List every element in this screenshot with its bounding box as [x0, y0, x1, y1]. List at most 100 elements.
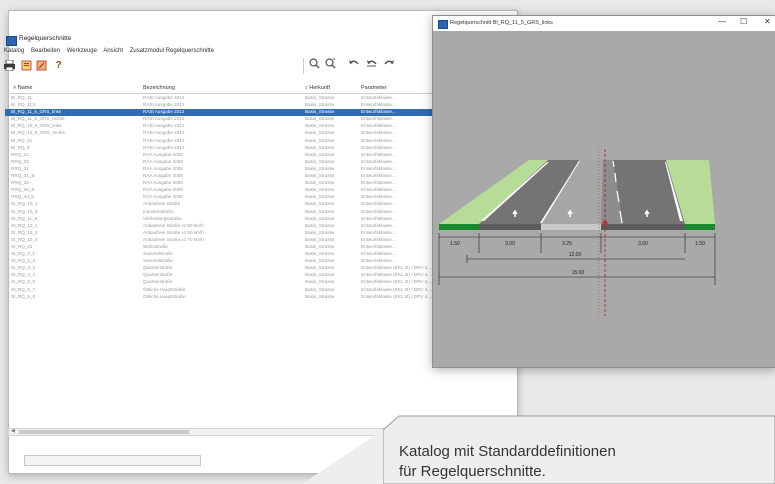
table-row[interactable]: St_RQ_11_6 Verbindungsstraße Basis_Strasse…: [5, 216, 435, 223]
table-row[interactable]: St_RQ_5_7 Örtliche Hauptstraße Basis_Stras…: [5, 287, 435, 294]
table-cell: RAA Ausgabe 2008: [143, 151, 183, 157]
table-cell: RASt Ausgabe 2012: [143, 116, 185, 122]
help-icon[interactable]: ?: [53, 60, 64, 71]
table-cell: Entwurfsklasse...: [361, 258, 396, 264]
zoom-in-icon[interactable]: [309, 58, 320, 69]
table-row[interactable]: St_RQ_10_1 Anbaufreie Straße Basis_Strasse…: [5, 201, 435, 208]
table-row[interactable]: St_RQ_5_8 Örtliche Hauptstraße Basis_Stras…: [5, 294, 435, 301]
table-row[interactable]: RRQ_36_B RAA Ausgabe 2008 Basis_Strasse Ent…: [5, 187, 435, 194]
dim-right-verge: 1.50: [695, 241, 705, 247]
table-row[interactable]: Bl_RQ_11_5_GRS_rechts RASt Ausgabe 2012 Ba…: [5, 116, 435, 123]
close-button[interactable]: ✕: [764, 17, 771, 26]
table-row[interactable]: RRQ_21 RAA Ausgabe 2008 Basis_Strasse Entwu…: [5, 152, 435, 159]
table-row[interactable]: St_RQ_4_2 Quartierstraße Basis_Strasse Entw…: [5, 265, 435, 272]
table-cell: RASt Ausgabe 2012: [143, 137, 185, 143]
horizontal-scrollbar[interactable]: ◀: [8, 428, 435, 436]
table-row[interactable]: St_RQ_4_4 Quartierstraße Basis_Strasse Entw…: [5, 272, 435, 279]
table-cell: Anbaufreie Straße vz 50 km/h: [143, 229, 204, 235]
print-icon[interactable]: [4, 59, 15, 72]
catalog-table: ˄ Name Bezeichnung ↕ Herkunft Parameter …: [5, 84, 435, 431]
table-cell: Entwurfsklasse...: [361, 151, 396, 157]
table-row[interactable]: St_RQ_6_5 Quartierstraße Basis_Strasse Entw…: [5, 279, 435, 286]
zoom-out-icon[interactable]: [325, 58, 336, 69]
table-cell: Entwurfsklasse...: [361, 251, 396, 257]
table-row[interactable]: Bl_RQ_11_5_GRS_links RASt Ausgabe 2012 Bas…: [5, 109, 435, 117]
table-cell: Entwurfsklasse...: [361, 215, 396, 221]
scroll-left-icon[interactable]: ◀: [11, 428, 15, 434]
table-cell: Basis_Strasse: [305, 173, 335, 179]
table-cell: Bl_RQ_11_5_GRS_links: [11, 109, 62, 115]
table-cell: St_RQ_21: [11, 243, 33, 249]
table-cell: RASt Ausgabe 2012: [143, 144, 185, 150]
table-row[interactable]: Bl_RQ_15_5_GRS_rechts RASt Ausgabe 2012 Ba…: [5, 130, 435, 137]
table-cell: RAA Ausgabe 2008: [143, 158, 183, 164]
table-cell: St_RQ_2_3: [11, 258, 36, 264]
table-cell: St_RQ_10_5: [11, 208, 38, 214]
preview-titlebar: Regelquerschnitt Bl_RQ_11_5_GRS_links — …: [433, 16, 775, 31]
table-row[interactable]: St_RQ_12_2 Anbaufreie Straße vz 50 km/h Ba…: [5, 230, 435, 237]
column-header-bezeichnung[interactable]: Bezeichnung: [143, 85, 175, 91]
table-cell: Anbaufreie Straße vz 70 km/h: [143, 236, 204, 242]
minimize-button[interactable]: —: [718, 17, 726, 26]
table-row[interactable]: Bl_RQ_21 RASt Ausgabe 2012 Basis_Strasse En…: [5, 138, 435, 145]
left-verge-profile: [439, 224, 479, 230]
scrollbar-thumb[interactable]: [19, 430, 189, 434]
table-cell: RASt Ausgabe 2012: [143, 95, 185, 100]
table-row[interactable]: RRQ_43_5 RAA Ausgabe 2008 Basis_Strasse Ent…: [5, 194, 435, 201]
toolbar: ?: [4, 59, 304, 74]
catalog-icon[interactable]: [21, 60, 32, 71]
column-header-name[interactable]: ˄ Name: [13, 85, 32, 91]
table-cell: Entwurfsklasse...: [361, 236, 396, 242]
table-row[interactable]: St_RQ_2_3 Sammelstraße Basis_Strasse Entwur…: [5, 258, 435, 265]
menu-zusatzmodul[interactable]: Zusatzmodul Regelquerschnitte: [130, 48, 214, 54]
table-cell: Sammelstraße: [143, 258, 173, 264]
table-row[interactable]: St_RQ_12_4 Anbaufreie Straße vz 70 km/h Ba…: [5, 237, 435, 244]
table-cell: Entwurfsklasse (EKL III) / DRV 4,...: [361, 265, 433, 271]
table-row[interactable]: St_RQ_10_5 Industriestraße Basis_Strasse En…: [5, 209, 435, 216]
table-row[interactable]: RRQ_31_B RAA Ausgabe 2008 Basis_Strasse Ent…: [5, 173, 435, 180]
table-cell: Entwurfsklasse...: [361, 229, 396, 235]
status-bar: [24, 455, 201, 466]
center-profile: [541, 224, 601, 230]
table-cell: Basis_Strasse: [305, 144, 335, 150]
table-cell: RRQ_31: [11, 165, 29, 171]
table-row[interactable]: RRQ_28 RAA Ausgabe 2008 Basis_Strasse Entwu…: [5, 159, 435, 166]
undo-all-icon[interactable]: [366, 58, 377, 69]
cross-section-3d-view[interactable]: 1.50 3.00 3.25 3.00 1.50 12.00 15.00: [433, 31, 775, 367]
table-cell: RRQ_31_B: [11, 173, 35, 179]
table-cell: St_RQ_5_8: [11, 293, 36, 299]
maximize-button[interactable]: ☐: [740, 17, 747, 26]
catalog-edit-icon[interactable]: [36, 60, 47, 71]
table-row[interactable]: Bl_RQ_11.5 RASt Ausgabe 2012 Basis_Strasse…: [5, 102, 435, 109]
table-row[interactable]: Bl_RQ_9 RASt Ausgabe 2012 Basis_Strasse Ent…: [5, 145, 435, 152]
table-row[interactable]: Bl_RQ_11 RASt Ausgabe 2012 Basis_Strasse En…: [5, 95, 435, 102]
table-row[interactable]: Bl_RQ_15_5_GRS_links RASt Ausgabe 2012 Bas…: [5, 123, 435, 130]
table-cell: RAA Ausgabe 2008: [143, 194, 183, 200]
table-cell: Basis_Strasse: [305, 130, 335, 136]
menu-bearbeiten[interactable]: Bearbeiten: [31, 48, 60, 54]
table-cell: RAA Ausgabe 2008: [143, 173, 183, 179]
table-cell: Wohnstraße: [143, 243, 168, 249]
table-cell: Bl_RQ_9: [11, 144, 30, 150]
table-row[interactable]: St_RQ_12_1 Anbaufreie Straße vz 50 km/h Ba…: [5, 223, 435, 230]
menu-werkzeuge[interactable]: Werkzeuge: [67, 48, 97, 54]
table-row[interactable]: RRQ_36 RAA Ausgabe 2008 Basis_Strasse Entwu…: [5, 180, 435, 187]
table-cell: RRQ_21: [11, 151, 29, 157]
table-row[interactable]: St_RQ_2_1 Sammelstraße Basis_Strasse Entwur…: [5, 251, 435, 258]
column-header-herkunft[interactable]: ↕ Herkunft: [305, 85, 330, 91]
menu-katalog[interactable]: Katalog: [4, 48, 24, 54]
preview-app-icon: [438, 20, 448, 29]
table-cell: St_RQ_12_1: [11, 222, 38, 228]
redo-icon[interactable]: [384, 58, 395, 69]
table-row[interactable]: RRQ_31 RAA Ausgabe 2008 Basis_Strasse Entwu…: [5, 166, 435, 173]
table-cell: Entwurfsklasse (EKL III) / DRV 4,...: [361, 279, 433, 285]
column-header-parameter[interactable]: Parameter: [361, 85, 387, 91]
table-cell: Basis_Strasse: [305, 109, 335, 115]
table-row[interactable]: St_RQ_21 Wohnstraße Basis_Strasse Entwurfsk…: [5, 244, 435, 251]
table-cell: Basis_Strasse: [305, 286, 335, 292]
menu-ansicht[interactable]: Ansicht: [103, 48, 123, 54]
table-cell: Entwurfsklasse (EKL III) / DRV 4,...: [361, 286, 433, 292]
table-cell: Basis_Strasse: [305, 265, 335, 271]
table-cell: Basis_Strasse: [305, 279, 335, 285]
undo-icon[interactable]: [348, 58, 359, 69]
